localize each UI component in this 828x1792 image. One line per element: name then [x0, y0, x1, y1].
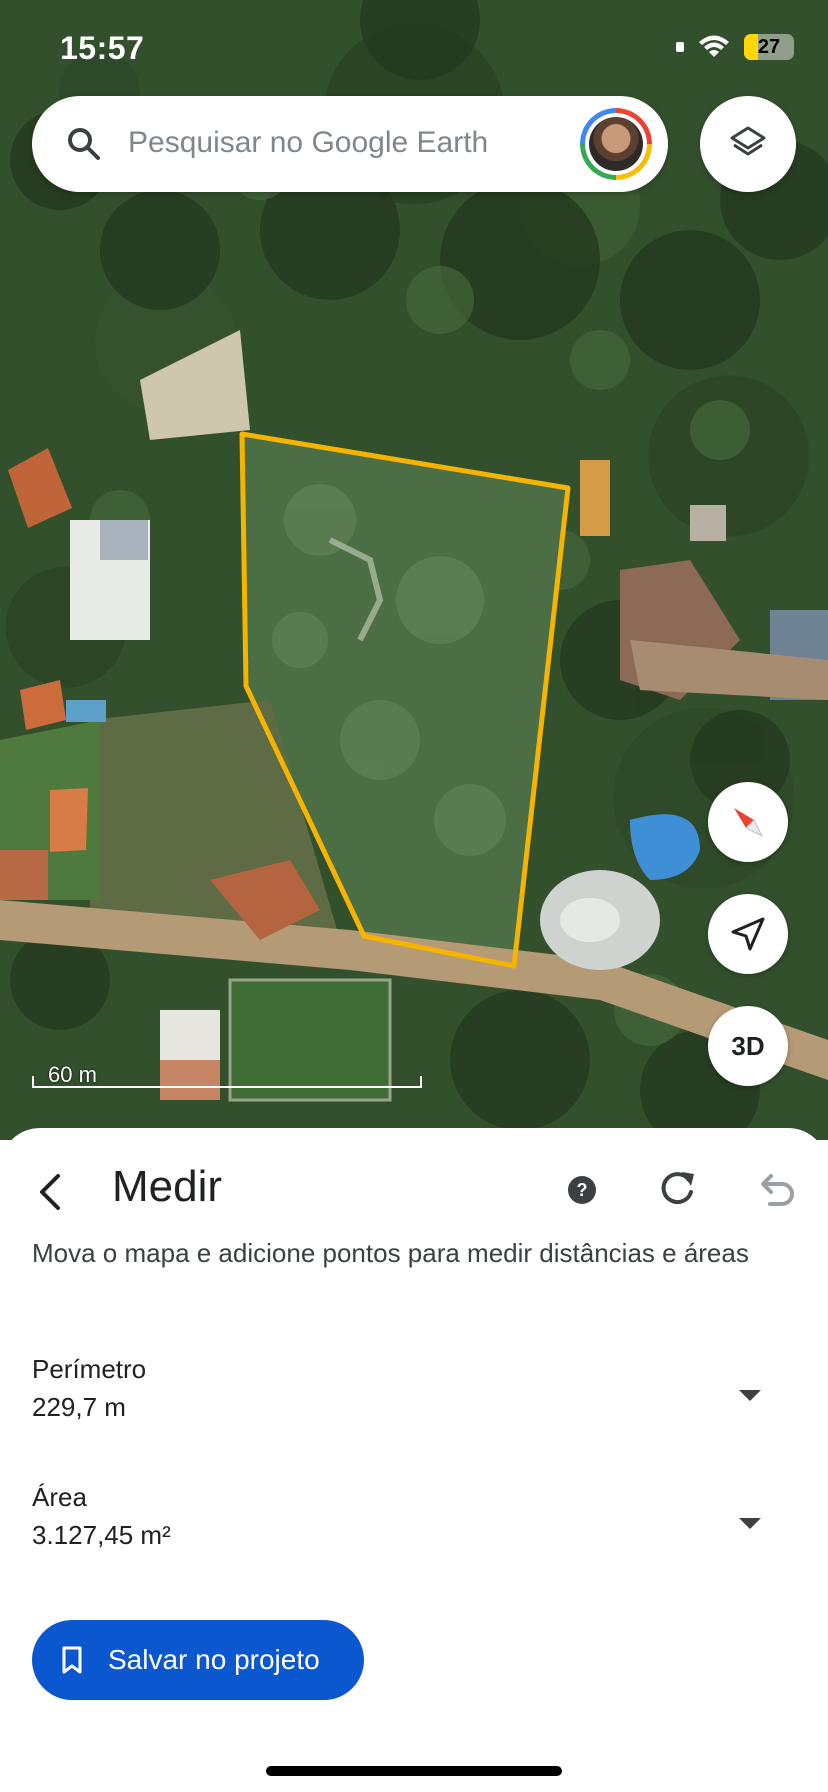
satellite-map[interactable]: 15:57 27 Pesquisar no Google Earth 3D 60…	[0, 0, 828, 1140]
home-indicator[interactable]	[266, 1766, 562, 1776]
layers-button[interactable]	[700, 96, 796, 192]
scale-tick-right	[420, 1076, 422, 1088]
layers-icon	[730, 126, 766, 156]
instructions-text: Mova o mapa e adicione pontos para medir…	[32, 1238, 749, 1268]
bookmark-icon	[62, 1646, 82, 1674]
3d-button[interactable]: 3D	[708, 1006, 788, 1086]
map-scale: 60 m	[32, 1062, 422, 1092]
battery-level: 27	[757, 35, 781, 58]
navigation-arrow-icon	[731, 917, 765, 951]
help-icon[interactable]: ?	[560, 1168, 604, 1212]
measure-sheet: Medir ? Mova o mapa e adicione pontos pa…	[0, 1128, 828, 1792]
area-label: Área	[32, 1482, 87, 1512]
cellular-signal-icon	[676, 42, 684, 52]
perimeter-row[interactable]: Perímetro 229,7 m	[32, 1354, 792, 1444]
save-to-project-button[interactable]: Salvar no projeto	[32, 1620, 364, 1700]
perimeter-value: 229,7 m	[32, 1392, 126, 1422]
chevron-down-icon[interactable]	[736, 1508, 764, 1536]
scale-line	[32, 1086, 422, 1088]
refresh-icon[interactable]	[652, 1164, 702, 1214]
my-location-button[interactable]	[708, 894, 788, 974]
3d-label: 3D	[731, 1030, 765, 1061]
avatar-ring	[585, 113, 647, 175]
compass-icon	[734, 808, 764, 838]
compass-button[interactable]	[708, 782, 788, 862]
scale-label: 60 m	[48, 1062, 97, 1087]
battery-fill	[744, 34, 758, 60]
svg-text:?: ?	[577, 1180, 588, 1200]
avatar[interactable]	[580, 108, 652, 180]
chevron-down-icon[interactable]	[736, 1380, 764, 1408]
status-time: 15:57	[60, 30, 145, 66]
area-value: 3.127,45 m²	[32, 1520, 171, 1550]
search-bar[interactable]: Pesquisar no Google Earth	[32, 96, 668, 192]
wifi-icon	[699, 35, 729, 57]
save-button-label: Salvar no projeto	[108, 1644, 320, 1675]
search-input[interactable]: Pesquisar no Google Earth	[128, 126, 488, 160]
battery-indicator: 27	[744, 34, 794, 60]
avatar-photo	[589, 117, 643, 171]
search-icon	[68, 128, 100, 160]
area-row[interactable]: Área 3.127,45 m²	[32, 1482, 792, 1572]
back-button[interactable]	[24, 1164, 80, 1220]
page-title: Medir	[112, 1162, 223, 1211]
status-indicators: 27	[676, 34, 794, 60]
status-bar: 15:57 27	[0, 0, 828, 100]
perimeter-label: Perímetro	[32, 1354, 147, 1384]
undo-icon[interactable]	[750, 1164, 800, 1214]
